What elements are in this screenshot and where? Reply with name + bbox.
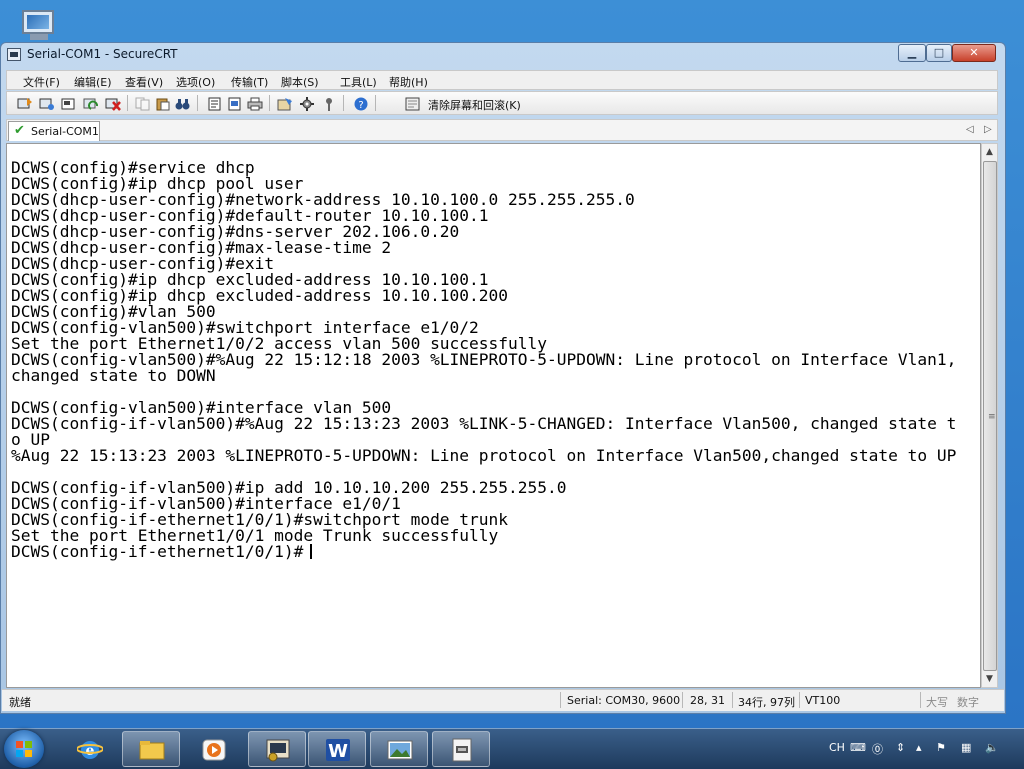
tray-help-icon[interactable]: ⓪ (872, 741, 883, 757)
menu-view[interactable]: 查看(V) (125, 74, 163, 90)
menu-help[interactable]: 帮助(H) (389, 74, 428, 90)
menu-script[interactable]: 脚本(S) (281, 74, 319, 90)
show-hidden-icon[interactable]: ▴ (916, 741, 922, 754)
connect-icon[interactable] (17, 96, 33, 110)
status-separator (799, 692, 800, 708)
network-icon[interactable]: ▦ (961, 741, 971, 754)
close-button[interactable]: ✕ (952, 44, 996, 62)
terminal-text: DCWS(config)#service dhcp DCWS(config)#i… (11, 158, 957, 561)
folder-icon (139, 741, 165, 760)
tab-scroll-left-icon[interactable]: ◁ (966, 124, 974, 135)
scroll-down-icon[interactable]: ▼ (982, 671, 997, 687)
toolbar-separator (197, 95, 198, 111)
menu-options[interactable]: 选项(O) (176, 74, 215, 90)
disconnect-icon[interactable] (105, 96, 121, 111)
copy-icon[interactable] (135, 96, 151, 111)
status-terminal-size: 34行, 97列 (738, 696, 795, 709)
status-bar: 就绪 Serial: COM30, 9600 28, 31 34行, 97列 V… (2, 689, 1004, 711)
securecrt-window: Serial-COM1 - SecureCRT ▁ □ ✕ 文件(F) 编辑(E… (0, 42, 1006, 714)
media-player-icon (202, 739, 226, 761)
tab-serial-com1[interactable]: ✔ Serial-COM1 (8, 121, 100, 141)
menu-edit[interactable]: 编辑(E) (74, 74, 112, 90)
session-options-icon[interactable] (277, 96, 293, 111)
explorer-button[interactable] (122, 731, 180, 767)
toolbar-separator (127, 95, 128, 111)
securecrt-taskbar-button[interactable] (248, 731, 306, 767)
tray-language[interactable]: CH (829, 741, 845, 754)
menu-tools[interactable]: 工具(L) (340, 74, 377, 90)
svg-text:?: ? (358, 100, 363, 111)
print-selection-icon[interactable] (227, 96, 243, 111)
taskbar: e W CH ⌨ ⓪ ⇕ ▴ ⚑ ▦ 🔈 (0, 728, 1024, 769)
status-separator (732, 692, 733, 708)
maximize-button[interactable]: □ (926, 44, 952, 62)
status-caps: 大写 (926, 696, 948, 709)
status-connection: Serial: COM30, 9600 (567, 694, 681, 707)
status-separator (682, 692, 683, 708)
action-center-flag-icon[interactable]: ⚑ (936, 741, 946, 754)
tray-arrows-icon[interactable]: ⇕ (896, 741, 905, 754)
tab-scroll-right-icon[interactable]: ▷ (984, 124, 992, 135)
toolbar-separator (343, 95, 344, 111)
status-ready: 就绪 (9, 696, 31, 709)
securecrt-app-icon[interactable] (7, 48, 21, 61)
windows-logo-icon (16, 741, 32, 757)
media-player-button[interactable] (184, 731, 242, 767)
svg-text:W: W (328, 741, 348, 762)
monitor-stand (30, 34, 48, 40)
keyboard-icon[interactable]: ⌨ (850, 741, 866, 754)
connect-in-tab-icon[interactable] (61, 96, 77, 110)
network-tool-icon (452, 738, 472, 762)
find-icon[interactable] (175, 96, 191, 110)
volume-icon[interactable]: 🔈 (985, 741, 999, 754)
help-icon[interactable]: ? (353, 96, 369, 111)
image-viewer-button[interactable] (370, 731, 428, 767)
computer-icon[interactable] (16, 8, 62, 44)
global-options-icon[interactable] (299, 96, 315, 111)
terminal-output[interactable]: DCWS(config)#service dhcp DCWS(config)#i… (6, 143, 981, 688)
internet-explorer-button[interactable]: e (60, 731, 118, 767)
toolbar-separator (269, 95, 270, 111)
tab-label: Serial-COM1 (31, 125, 99, 138)
print-icon[interactable] (247, 96, 263, 111)
session-tab-bar: ✔ Serial-COM1 ◁ ▷ (6, 119, 998, 141)
minimize-button[interactable]: ▁ (898, 44, 926, 62)
grip-icon: ≡ (988, 412, 996, 422)
clear-screen-icon[interactable] (405, 96, 421, 111)
internet-explorer-icon: e (77, 741, 103, 759)
window-title: Serial-COM1 - SecureCRT (27, 47, 178, 61)
status-separator (920, 692, 921, 708)
vertical-scrollbar[interactable]: ▲ ≡ ▼ (981, 143, 998, 688)
connected-check-icon: ✔ (14, 123, 25, 138)
wps-writer-icon: W (326, 739, 350, 762)
scroll-up-icon[interactable]: ▲ (982, 144, 997, 160)
start-button[interactable] (4, 730, 44, 768)
image-viewer-icon (387, 740, 413, 760)
title-bar[interactable]: Serial-COM1 - SecureCRT ▁ □ ✕ (1, 43, 1005, 67)
menu-file[interactable]: 文件(F) (23, 74, 60, 90)
toolbar: ? 清除屏幕和回滚(K) (6, 91, 998, 115)
keymap-icon[interactable] (321, 96, 337, 111)
monitor-shape (22, 10, 54, 34)
terminal-cursor (310, 544, 312, 559)
network-tool-button[interactable] (432, 731, 490, 767)
status-emulation: VT100 (805, 694, 841, 707)
print-screen-icon[interactable] (207, 96, 223, 111)
reconnect-icon[interactable] (83, 96, 99, 110)
paste-icon[interactable] (155, 96, 171, 111)
status-cursor-position: 28, 31 (690, 694, 725, 707)
toolbar-separator (375, 95, 376, 111)
scroll-thumb[interactable]: ≡ (983, 161, 997, 671)
securecrt-icon (266, 739, 290, 762)
menu-transfer[interactable]: 传输(T) (231, 74, 268, 90)
status-num: 数字 (957, 696, 979, 709)
clear-screen-label[interactable]: 清除屏幕和回滚(K) (428, 97, 521, 113)
quick-connect-icon[interactable] (39, 96, 55, 110)
wps-writer-button[interactable]: W (308, 731, 366, 767)
menu-bar: 文件(F) 编辑(E) 查看(V) 选项(O) 传输(T) 脚本(S) 工具(L… (6, 70, 998, 90)
status-separator (560, 692, 561, 708)
